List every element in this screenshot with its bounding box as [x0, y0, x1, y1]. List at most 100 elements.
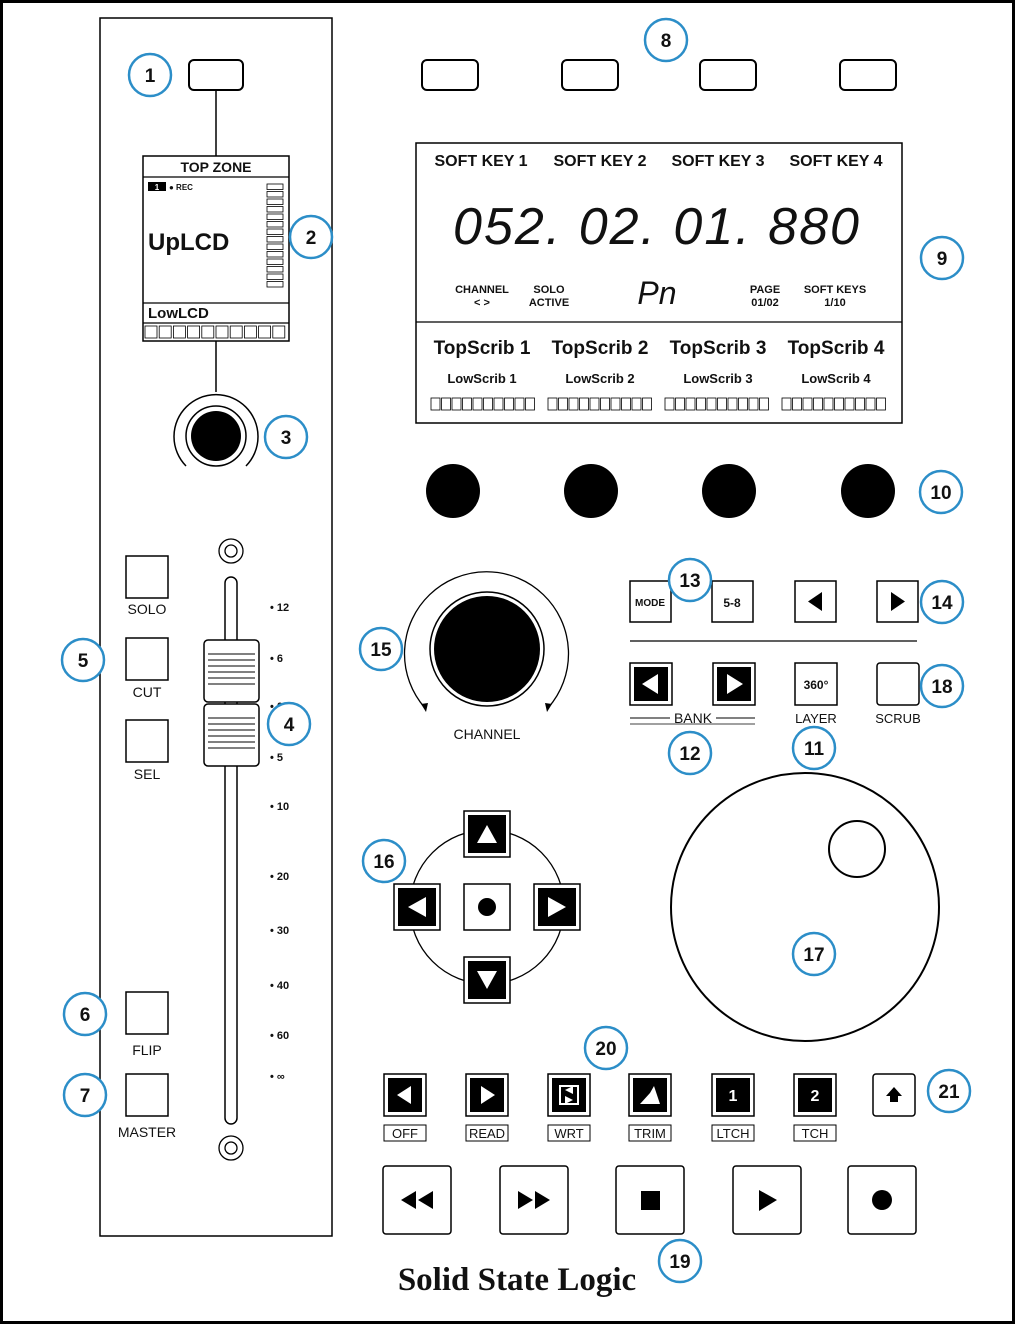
top-zone-label: TOP ZONE	[180, 159, 251, 175]
rotary-knob-2[interactable]	[564, 464, 618, 518]
svg-text:18: 18	[931, 677, 952, 698]
fader-cap-upper[interactable]	[203, 639, 260, 703]
callout-16: 16	[361, 838, 407, 884]
master-button[interactable]	[125, 1073, 169, 1117]
page-info-value: 01/02	[751, 297, 779, 309]
fader-scale-tick: • ∞	[270, 1071, 285, 1083]
svg-text:2: 2	[306, 228, 317, 249]
automation-wrt-button[interactable]	[547, 1073, 591, 1117]
rotary-knob-1[interactable]	[426, 464, 480, 518]
automation-label: LTCH	[717, 1126, 750, 1141]
top-scrib-4: TopScrib 4	[788, 338, 885, 359]
solo-info-state: ACTIVE	[529, 297, 569, 309]
up-lcd-label: UpLCD	[148, 229, 229, 256]
bank-left-button[interactable]	[629, 662, 673, 706]
top-scrib-3: TopScrib 3	[670, 338, 767, 359]
stop-icon	[641, 1191, 660, 1210]
svg-text:13: 13	[679, 571, 700, 592]
automation-label: READ	[469, 1126, 505, 1141]
automation-label: TRIM	[634, 1126, 666, 1141]
callout-9: 9	[919, 235, 965, 281]
rotary-knob-4[interactable]	[841, 464, 895, 518]
rotary-knob-3[interactable]	[702, 464, 756, 518]
sel-button[interactable]	[125, 719, 169, 763]
svg-text:16: 16	[373, 852, 394, 873]
flip-label: FLIP	[132, 1042, 162, 1058]
callout-21: 21	[926, 1068, 972, 1114]
svg-text:19: 19	[669, 1252, 690, 1273]
rewind-button[interactable]	[382, 1165, 452, 1235]
stop-button[interactable]	[615, 1165, 685, 1235]
channel-top-button[interactable]	[188, 59, 244, 91]
flip-button[interactable]	[125, 991, 169, 1035]
low-scrib-4: LowScrib 4	[801, 371, 871, 386]
cut-button[interactable]	[125, 637, 169, 681]
svg-text:15: 15	[370, 640, 392, 661]
diagram-canvas: TOP ZONE 1 ● REC UpLCD LowLCD SOLO CUT S…	[0, 0, 1015, 1324]
automation-ltch-button[interactable]: 1	[711, 1073, 755, 1117]
scrub-button[interactable]	[876, 662, 920, 706]
callout-14: 14	[919, 579, 965, 625]
automation-read-button[interactable]	[465, 1073, 509, 1117]
master-label: MASTER	[118, 1124, 176, 1140]
scrub-label: SCRUB	[875, 711, 921, 726]
automation-off-button[interactable]	[383, 1073, 427, 1117]
channel-knob[interactable]	[191, 411, 241, 461]
top-scrib-2: TopScrib 2	[552, 338, 649, 359]
svg-text:20: 20	[595, 1039, 616, 1060]
fader-scale-tick: • 30	[270, 925, 289, 937]
fader-scale-tick: • 60	[270, 1030, 289, 1042]
fader-scale-tick: • 20	[270, 871, 289, 883]
soft-key-button-3[interactable]	[699, 59, 757, 91]
soft-key-label-1: SOFT KEY 1	[434, 153, 527, 170]
automation-tch-button[interactable]: 2	[793, 1073, 837, 1117]
rec-label: ● REC	[169, 183, 193, 192]
jog-wheel[interactable]	[670, 772, 940, 1042]
svg-text:1: 1	[145, 66, 156, 87]
svg-text:9: 9	[937, 249, 948, 270]
fader-cap[interactable]	[203, 703, 260, 767]
low-scrib-2: LowScrib 2	[565, 371, 634, 386]
callout-13: 13	[667, 557, 713, 603]
svg-text:4: 4	[284, 715, 295, 736]
callout-17: 17	[791, 931, 837, 977]
brand-logo: Solid State Logic	[398, 1262, 636, 1298]
svg-text:6: 6	[80, 1005, 91, 1026]
cut-label: CUT	[133, 684, 162, 700]
channel-info-arrows: < >	[474, 297, 490, 309]
callout-5: 5	[60, 637, 106, 683]
top-scrib-1: TopScrib 1	[434, 338, 531, 359]
low-scrib-3: LowScrib 3	[683, 371, 752, 386]
fast-forward-button[interactable]	[499, 1165, 569, 1235]
play-button[interactable]	[732, 1165, 802, 1235]
soft-key-button-1[interactable]	[421, 59, 479, 91]
soft-key-label-3: SOFT KEY 3	[671, 153, 764, 170]
low-scrib-1: LowScrib 1	[447, 371, 516, 386]
callout-7: 7	[62, 1072, 108, 1118]
svg-text:5: 5	[78, 651, 89, 672]
soft-key-label-4: SOFT KEY 4	[789, 153, 882, 170]
bank-right-button[interactable]	[712, 662, 756, 706]
layer-key-label: 360°	[804, 678, 829, 692]
svg-text:21: 21	[938, 1082, 960, 1103]
callout-15: 15	[358, 626, 404, 672]
rec-badge: 1	[155, 183, 160, 192]
channel-encoder[interactable]	[434, 596, 540, 702]
softkeys-info-label: SOFT KEYS	[804, 284, 866, 296]
dot-icon	[478, 898, 496, 916]
callout-3: 3	[263, 414, 309, 460]
solo-button[interactable]	[125, 555, 169, 599]
low-lcd-label: LowLCD	[148, 305, 209, 322]
record-button[interactable]	[847, 1165, 917, 1235]
soft-key-button-4[interactable]	[839, 59, 897, 91]
fader-scale-tick: • 5	[270, 752, 283, 764]
automation-trim-button[interactable]	[628, 1073, 672, 1117]
five-eight-label: 5-8	[723, 596, 741, 610]
soft-key-button-2[interactable]	[561, 59, 619, 91]
channel-info-label: CHANNEL	[455, 284, 509, 296]
callout-12: 12	[667, 730, 713, 776]
callout-11: 11	[791, 725, 837, 771]
solo-label: SOLO	[128, 601, 167, 617]
layer-label: LAYER	[795, 711, 837, 726]
sel-label: SEL	[134, 766, 161, 782]
